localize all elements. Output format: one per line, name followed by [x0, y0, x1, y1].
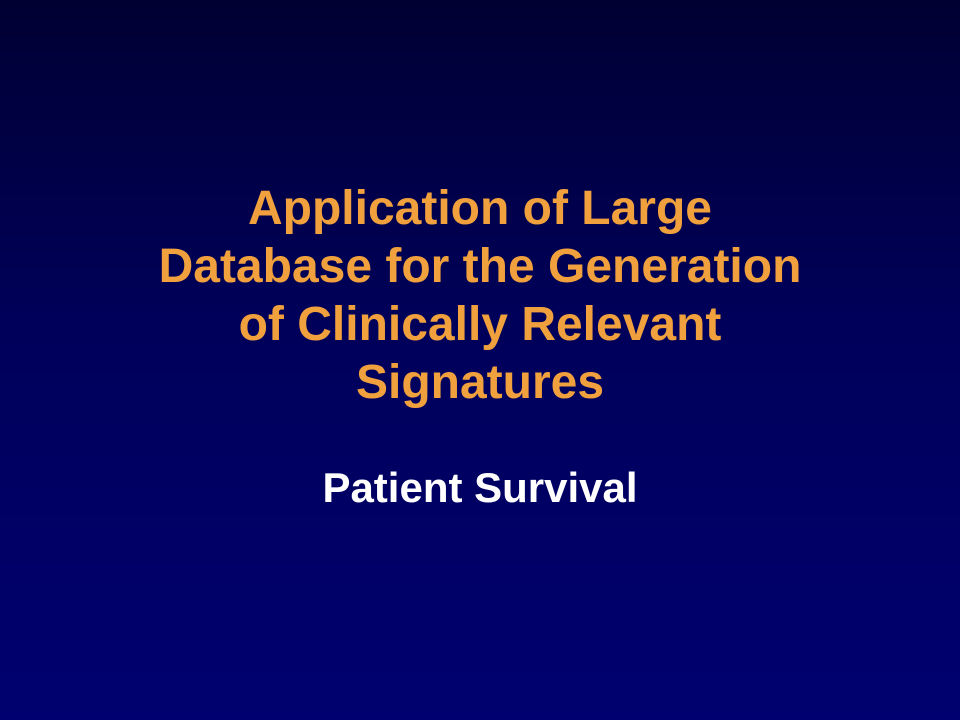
slide-subtitle: Patient Survival	[322, 464, 638, 511]
slide-title-line: of Clinically Relevant	[238, 298, 722, 351]
slide-title: Application of Large Database for the Ge…	[0, 180, 960, 412]
slide-title-line: Signatures	[355, 356, 605, 409]
slide-title-line: Application of Large	[247, 182, 712, 235]
slide: Application of Large Database for the Ge…	[0, 0, 960, 720]
slide-title-line: Database for the Generation	[158, 240, 802, 293]
